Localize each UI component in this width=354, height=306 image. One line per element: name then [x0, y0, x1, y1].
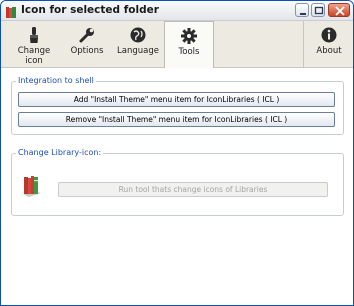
run-library-tool-button[interactable]: Run tool thats change icons of Libraries — [58, 182, 328, 197]
add-menu-item-button[interactable]: Add "Install Theme" menu item for IconLi… — [18, 92, 335, 107]
wrench-icon — [78, 26, 96, 44]
minimize-button[interactable] — [295, 3, 309, 17]
close-button[interactable] — [328, 3, 350, 17]
tab-label: Tools — [178, 47, 200, 57]
gear-icon — [180, 27, 198, 45]
library-icon — [21, 174, 43, 198]
integration-legend: Integration to shell — [16, 76, 96, 85]
app-window: Icon for selected folder Change icon Opt… — [0, 0, 354, 306]
tab-label: Language — [117, 46, 159, 56]
tab-change-icon[interactable]: Change icon — [9, 21, 59, 67]
tab-tools[interactable]: Tools — [164, 21, 214, 68]
tab-label: Options — [70, 46, 104, 56]
remove-menu-item-button[interactable]: Remove "Install Theme" menu item for Ico… — [18, 112, 335, 127]
app-icon — [5, 4, 17, 18]
library-icon-group: Change Library-icon: Run tool thats chan… — [11, 148, 344, 216]
info-icon — [320, 26, 338, 44]
tab-about[interactable]: About — [303, 21, 353, 67]
globe-icon — [129, 26, 147, 44]
tab-label: About — [316, 46, 342, 56]
brush-icon — [25, 26, 43, 44]
library-legend: Change Library-icon: — [16, 148, 104, 157]
toolbar: Change icon Options Language Tools About — [1, 21, 353, 68]
tab-options[interactable]: Options — [63, 21, 111, 67]
title-bar: Icon for selected folder — [1, 1, 353, 21]
maximize-button[interactable] — [311, 3, 325, 17]
integration-group: Integration to shell Add "Install Theme"… — [11, 76, 344, 135]
tab-language[interactable]: Language — [113, 21, 163, 67]
window-title: Icon for selected folder — [21, 4, 159, 16]
tab-label: Change icon — [17, 46, 51, 66]
